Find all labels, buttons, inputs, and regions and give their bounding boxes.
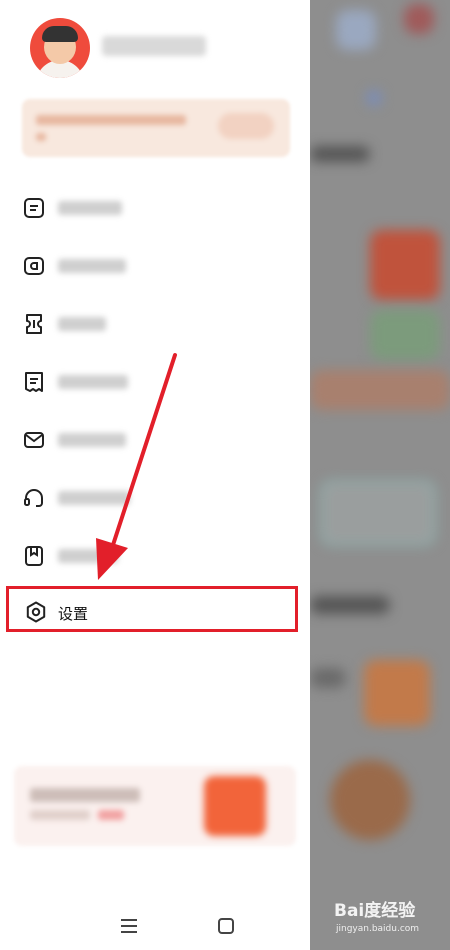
promo-card-blurred[interactable] [14,766,296,846]
watermark-main: Bai度经验 [334,901,416,921]
bg-text [310,668,346,688]
menu-label-blurred [58,433,126,447]
menu-item-6[interactable] [22,478,292,518]
menu-item-7[interactable] [22,536,292,576]
watermark: Bai度经验 jingyan.baidu.com [334,896,446,942]
bg-card [320,480,436,546]
background-app-overlay[interactable] [310,0,450,950]
home-nav-icon[interactable] [214,914,238,938]
menu-label-blurred [58,317,106,331]
receipt-icon [25,372,43,392]
menu-item-2[interactable] [22,246,292,286]
ticket-icon [26,314,42,334]
menu-label-blurred [58,259,126,273]
menu-item-4[interactable] [22,362,292,402]
gift-image [204,776,266,836]
bg-text [310,596,390,614]
menu-item-1[interactable] [22,188,292,228]
promo-banner-blurred[interactable] [22,99,290,157]
list-doc-icon [24,198,44,218]
headset-icon [24,489,43,507]
bookmark-icon [25,546,43,566]
menu-nav-icon[interactable] [117,914,141,938]
bg-gift-image [364,660,430,726]
menu-label-blurred [58,549,118,563]
menu-item-3[interactable] [22,304,292,344]
settings-hexagon-icon[interactable] [24,600,48,624]
bg-text [310,146,370,162]
bg-banner [310,370,450,410]
watermark-sub: jingyan.baidu.com [336,924,420,934]
settings-menu-item[interactable]: 设置 [58,603,88,624]
username-blurred[interactable] [102,36,206,56]
bg-icon [404,4,434,34]
bg-icon [366,90,382,106]
bg-image [330,760,410,840]
bg-card [370,310,440,360]
wallet-icon [24,257,44,275]
bg-gift-image [370,230,440,300]
bg-icon [336,10,376,50]
menu-label-blurred [58,491,130,505]
mail-icon [24,432,44,448]
menu-label-blurred [58,201,122,215]
menu-item-5[interactable] [22,420,292,460]
settings-highlight-box [6,586,298,632]
menu-label-blurred [58,375,128,389]
avatar[interactable] [30,18,90,78]
side-drawer: 设置 [0,0,310,950]
banner-button[interactable] [218,113,274,139]
